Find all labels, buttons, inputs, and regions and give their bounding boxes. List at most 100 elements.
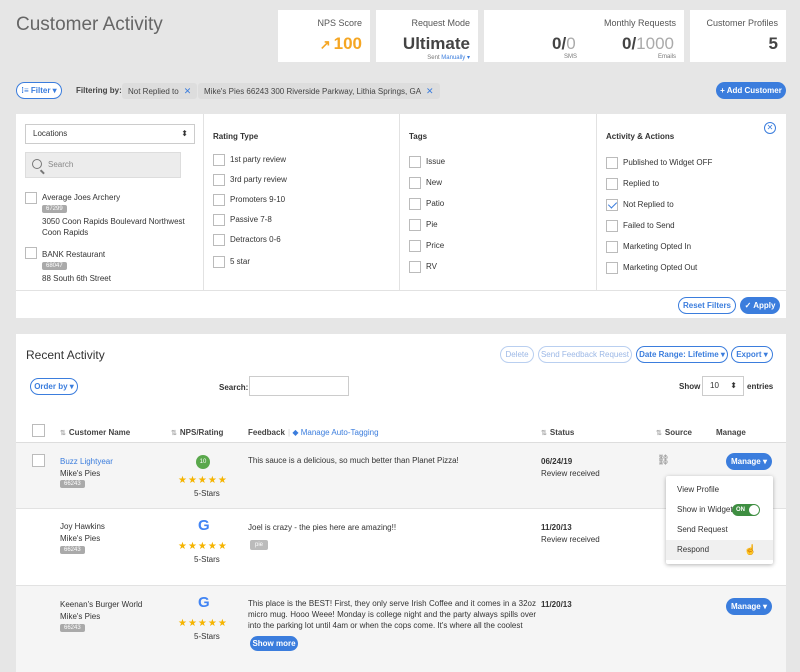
tag-checkbox[interactable] [409, 240, 421, 252]
col-customer-name[interactable]: ⇅ Customer Name [60, 428, 130, 437]
tag-label: Patio [426, 199, 445, 208]
activity-label: Marketing Opted Out [623, 263, 698, 272]
search-label: Search: [219, 383, 249, 392]
select-arrows-icon: ⬍ [730, 381, 737, 390]
reset-filters-button[interactable]: Reset Filters [678, 297, 736, 314]
tag-label: RV [426, 262, 437, 271]
location-search-input[interactable]: Search [25, 152, 181, 178]
manage-button[interactable]: Manage ▾ [726, 598, 772, 615]
rating-label: Detractors 0-6 [230, 235, 281, 244]
locations-column: Locations ⬍ Search Average Joes Archery 6… [16, 114, 204, 290]
nps-score-label: NPS Score [317, 18, 362, 28]
entries-select[interactable]: 10 ⬍ [702, 376, 744, 396]
google-icon: G [198, 594, 210, 611]
show-widget-toggle[interactable]: ON [732, 504, 760, 516]
nps-score-card: NPS Score ↗ 100 [278, 10, 370, 62]
star-rating-icon: ★★★★★ [178, 618, 228, 629]
filter-panel-footer: Reset Filters ✓ Apply [16, 290, 786, 318]
nps-score-value: ↗ 100 [319, 34, 362, 53]
col-nps-rating[interactable]: ⇅ NPS/Rating [171, 428, 223, 437]
chip-close-icon[interactable]: ✕ [184, 86, 192, 96]
activity-label: Replied to [623, 179, 660, 188]
send-request-item[interactable]: Send Request [666, 520, 773, 540]
order-by-dropdown[interactable]: Order by ▾ [30, 378, 78, 395]
stars-label: 5-Stars [194, 555, 220, 564]
date-range-dropdown[interactable]: Date Range: Lifetime ▾ [636, 346, 728, 363]
add-customer-button[interactable]: + Add Customer [716, 82, 786, 99]
tag-checkbox[interactable] [409, 219, 421, 231]
rating-checkbox[interactable] [213, 194, 225, 206]
rating-checkbox[interactable] [213, 214, 225, 226]
table-search-input[interactable] [249, 376, 349, 396]
select-arrows-icon: ⬍ [181, 129, 188, 138]
location-checkbox[interactable] [25, 192, 37, 204]
activity-checkbox[interactable] [606, 178, 618, 190]
rating-label: 1st party review [230, 155, 287, 164]
delete-button[interactable]: Delete [500, 346, 534, 363]
manage-dropdown-menu: View Profile Show in Widget ON Send Reque… [666, 476, 773, 564]
feedback-text: This sauce is a delicious, so much bette… [248, 456, 459, 465]
status-date: 11/20/13 [541, 523, 572, 532]
sort-icon: ⇅ [541, 430, 547, 437]
location-checkbox[interactable] [25, 247, 37, 259]
tag-checkbox[interactable] [409, 177, 421, 189]
filter-chip-not-replied: Not Replied to ✕ [122, 83, 198, 99]
request-mode-label: Request Mode [411, 18, 470, 28]
rating-checkbox[interactable] [213, 256, 225, 268]
show-in-widget-item[interactable]: Show in Widget ON [666, 500, 773, 520]
activity-column: Activity & Actions Published to Widget O… [597, 114, 786, 290]
manage-auto-tagging-link[interactable]: | ◆ Manage Auto-Tagging [288, 428, 379, 437]
stars-label: 5-Stars [194, 489, 220, 498]
locations-select[interactable]: Locations ⬍ [25, 124, 195, 144]
col-source[interactable]: ⇅ Source [656, 428, 692, 437]
status-date: 11/20/13 [541, 600, 572, 609]
customer-location: Mike's Pies [60, 612, 101, 621]
customer-name[interactable]: Keenan's Burger World [60, 600, 142, 609]
respond-item[interactable]: Respond ☝ [666, 540, 773, 560]
feedback-tag[interactable]: pie [250, 540, 269, 550]
manage-button[interactable]: Manage ▾ [726, 453, 772, 470]
close-panel-icon[interactable]: ✕ [764, 122, 776, 134]
export-dropdown[interactable]: Export ▾ [731, 346, 773, 363]
request-mode-sub[interactable]: Sent Manually ▾ [427, 54, 470, 61]
filter-button[interactable]: ⁞≡ Filter ▾ [16, 82, 62, 99]
apply-button[interactable]: ✓ Apply [740, 297, 780, 314]
link-icon: ⛓ [657, 455, 670, 466]
col-status[interactable]: ⇅ Status [541, 428, 574, 437]
select-all-checkbox[interactable] [32, 424, 45, 437]
tag-checkbox[interactable] [409, 156, 421, 168]
activity-checkbox[interactable] [606, 220, 618, 232]
rating-type-title: Rating Type [213, 132, 259, 141]
activity-checkbox-checked[interactable] [606, 199, 618, 211]
search-icon [32, 159, 42, 169]
location-name: Average Joes Archery [42, 193, 121, 202]
rating-checkbox[interactable] [213, 234, 225, 246]
sms-label: SMS [564, 54, 578, 60]
activity-checkbox[interactable] [606, 262, 618, 274]
status-text: Review received [541, 469, 600, 478]
rating-checkbox[interactable] [213, 154, 225, 166]
send-feedback-request-button[interactable]: Send Feedback Request [538, 346, 632, 363]
filtering-by-label: Filtering by: [76, 86, 122, 95]
star-rating-icon: ★★★★★ [178, 475, 228, 486]
activity-checkbox[interactable] [606, 241, 618, 253]
customer-name[interactable]: Joy Hawkins [60, 522, 105, 531]
activity-label: Marketing Opted In [623, 242, 692, 251]
row-checkbox[interactable] [32, 454, 45, 467]
tag-checkbox[interactable] [409, 198, 421, 210]
chip-close-icon[interactable]: ✕ [426, 86, 434, 96]
activity-label: Published to Widget OFF [623, 158, 713, 167]
customer-profiles-card: Customer Profiles 5 [690, 10, 786, 62]
show-more-button[interactable]: Show more [250, 636, 298, 651]
location-address: 3050 Coon Rapids Boulevard Northwest Coon… [42, 217, 185, 237]
rating-type-column: Rating Type 1st party review 3rd party r… [204, 114, 400, 290]
filter-panel: Locations ⬍ Search Average Joes Archery 6… [16, 114, 786, 318]
activity-checkbox[interactable] [606, 157, 618, 169]
tag-checkbox[interactable] [409, 261, 421, 273]
view-profile-item[interactable]: View Profile [666, 480, 773, 500]
activity-label: Failed to Send [623, 221, 675, 230]
rating-checkbox[interactable] [213, 174, 225, 186]
tags-title: Tags [409, 132, 428, 141]
trend-up-icon: ↗ [319, 37, 331, 52]
customer-name-link[interactable]: Buzz Lightyear [60, 457, 113, 466]
